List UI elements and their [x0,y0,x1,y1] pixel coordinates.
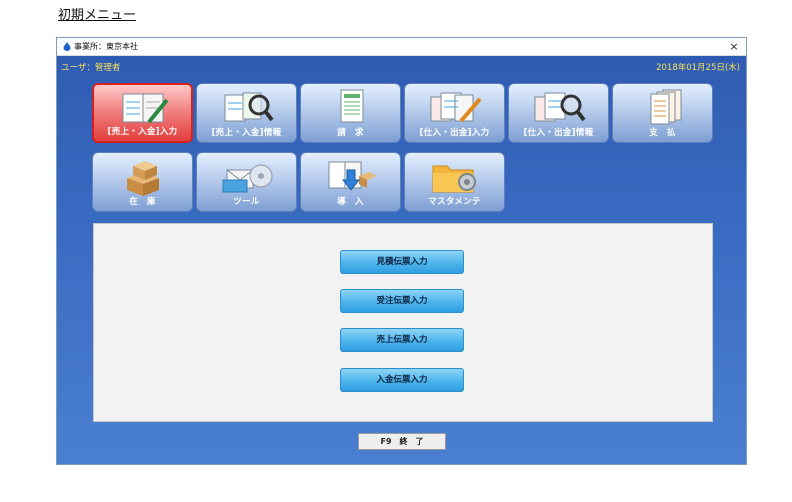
window-title: 事業所：東京本社 [74,42,138,51]
sales-slip-entry-button[interactable]: 売上伝票入力 [340,328,464,352]
exit-button[interactable]: F9 終 了 [358,433,446,450]
tile-import[interactable]: 導 入 [300,152,401,212]
close-button[interactable]: × [726,39,742,54]
current-user-label: ユーザ：管理者 [61,63,121,73]
ledger-pen-icon [430,92,482,123]
boxes-icon [126,161,159,196]
estimate-slip-entry-button[interactable]: 見積伝票入力 [340,250,464,274]
submenu-panel: 見積伝票入力 受注伝票入力 売上伝票入力 入金伝票入力 [93,223,713,422]
tile-label: 在 庫 [129,197,156,207]
order-slip-entry-button[interactable]: 受注伝票入力 [340,289,464,313]
tile-inventory[interactable]: 在 庫 [92,152,193,212]
tile-label: 請 求 [337,128,364,138]
tile-billing[interactable]: 請 求 [300,83,401,143]
ledger-magnifier-icon [224,92,274,122]
mail-disc-icon [222,164,272,193]
tile-purchase-payment-entry[interactable]: [仕入・出金]入力 [404,83,505,143]
tile-sales-receipt-entry[interactable]: [売上・入金]入力 [92,83,193,143]
tile-purchase-payment-info[interactable]: [仕入・出金]情報 [508,83,609,143]
main-menu-area: ユーザ：管理者 2018年01月25日(木) [売上・入金]入力 [売上・入金]… [57,56,746,464]
tile-sales-receipt-info[interactable]: [売上・入金]情報 [196,83,297,143]
document-heading: 初期メニュー [58,8,137,23]
tile-label: マスタメンテ [428,197,481,207]
title-bar: 事業所：東京本社 × [57,38,746,56]
tile-label: [売上・入金]入力 [107,127,178,137]
import-arrow-icon [328,161,377,191]
tile-label: 支 払 [649,128,676,138]
invoice-sheet-icon [340,89,363,123]
ledger-magnifier-icon [534,92,586,122]
receipt-slip-entry-button[interactable]: 入金伝票入力 [340,368,464,392]
ledger-pen-icon [122,93,169,124]
app-window: 事業所：東京本社 × ユーザ：管理者 2018年01月25日(木) [売上・入金… [56,37,747,465]
tile-label: [仕入・出金]情報 [523,128,594,138]
folder-gear-icon [432,165,476,193]
tile-label: [売上・入金]情報 [211,128,282,138]
tile-label: 導 入 [337,197,364,207]
payment-sheets-icon [650,89,681,125]
tile-tools[interactable]: ツール [196,152,297,212]
tile-label: [仕入・出金]入力 [419,128,490,138]
current-date-label: 2018年01月25日(木) [656,63,740,73]
tile-master-maintenance[interactable]: マスタメンテ [404,152,505,212]
tile-payment[interactable]: 支 払 [612,83,713,143]
tile-label: ツール [233,197,260,207]
app-drop-icon [63,42,71,51]
